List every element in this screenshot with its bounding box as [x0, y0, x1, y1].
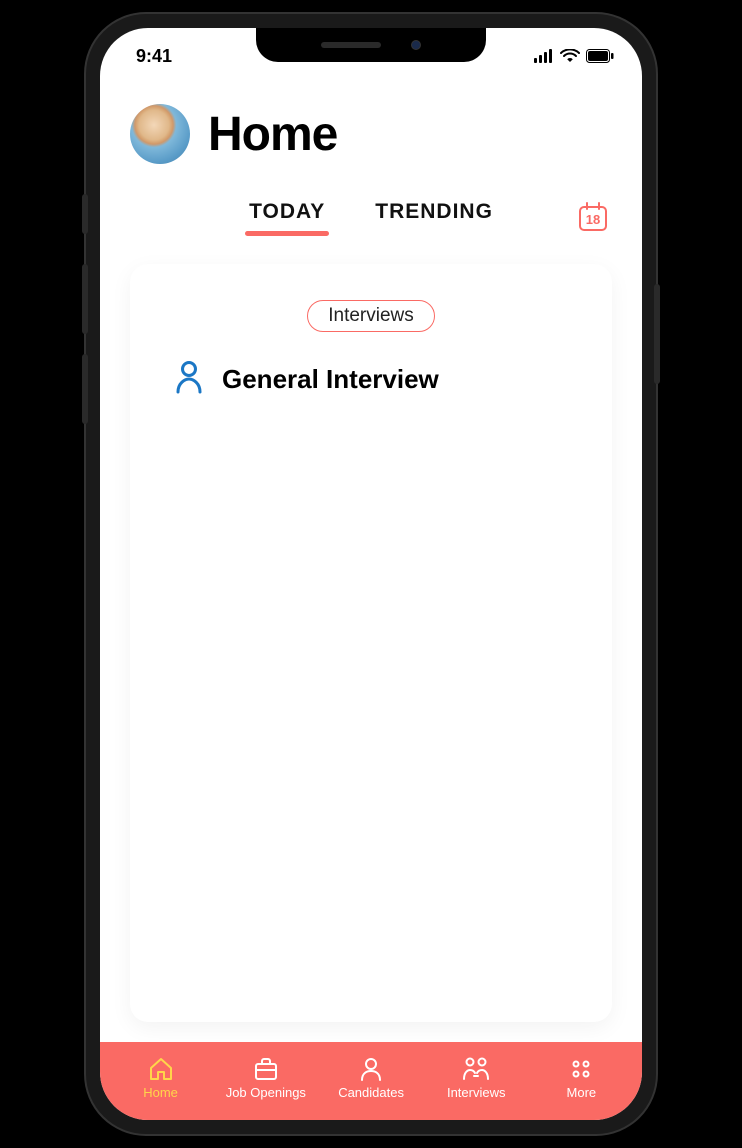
tab-trending[interactable]: TRENDING — [375, 200, 493, 234]
page-header: Home — [100, 78, 642, 182]
nav-more[interactable]: More — [541, 1056, 621, 1100]
battery-icon — [586, 49, 614, 63]
nav-job-openings[interactable]: Job Openings — [226, 1056, 306, 1100]
tabs-row: TODAY TRENDING 18 — [100, 182, 642, 246]
person-icon — [357, 1056, 385, 1082]
nav-label: Home — [143, 1085, 178, 1100]
tab-today[interactable]: TODAY — [249, 200, 325, 234]
interviews-pill[interactable]: Interviews — [307, 300, 435, 332]
calendar-icon: 18 — [576, 200, 610, 234]
nav-candidates[interactable]: Candidates — [331, 1056, 411, 1100]
interview-title: General Interview — [222, 364, 439, 395]
avatar[interactable] — [130, 104, 190, 164]
briefcase-icon — [252, 1056, 280, 1082]
nav-label: Candidates — [338, 1085, 404, 1100]
people-talk-icon — [461, 1056, 491, 1082]
tabs: TODAY TRENDING — [249, 200, 493, 234]
person-icon — [174, 360, 204, 399]
nav-interviews[interactable]: Interviews — [436, 1056, 516, 1100]
page-title: Home — [208, 107, 337, 162]
wifi-icon — [560, 49, 580, 63]
interview-item[interactable]: General Interview — [160, 360, 439, 399]
calendar-button[interactable]: 18 — [574, 198, 612, 236]
nav-label: Job Openings — [226, 1085, 306, 1100]
home-icon — [147, 1056, 175, 1082]
nav-label: More — [567, 1085, 597, 1100]
more-icon — [568, 1056, 594, 1082]
cellular-signal-icon — [534, 49, 554, 63]
device-notch — [256, 28, 486, 62]
status-time: 9:41 — [136, 46, 172, 67]
nav-label: Interviews — [447, 1085, 506, 1100]
bottom-nav: Home Job Openings Candidates Interviews — [100, 1042, 642, 1120]
content-card: Interviews General Interview — [130, 264, 612, 1022]
nav-home[interactable]: Home — [121, 1056, 201, 1100]
calendar-day: 18 — [586, 212, 600, 227]
